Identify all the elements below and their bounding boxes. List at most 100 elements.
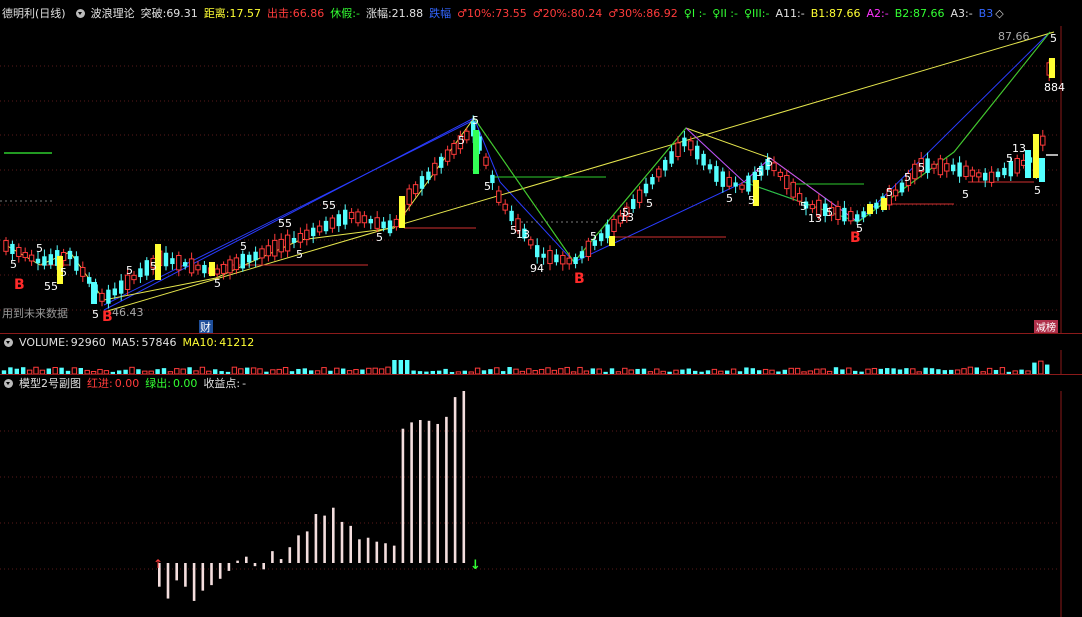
p30-value: 86.92	[646, 6, 678, 20]
svg-text:5: 5	[92, 308, 99, 321]
sub-bar	[218, 563, 222, 579]
sub-bar	[419, 420, 422, 563]
svg-text:5: 5	[376, 231, 383, 244]
price-chart[interactable]: 5 5 5 5 5 5 5 5 5 5 5 5 5 5 5 5 5 5 5 5 …	[0, 26, 1082, 334]
b1-value: 87.66	[828, 6, 861, 20]
svg-text:5: 5	[800, 200, 807, 213]
b2-value: 87.66	[912, 6, 945, 20]
amplitude-label: 涨幅:	[365, 7, 392, 20]
sub-bar	[366, 537, 370, 563]
sub-chart-menu-icon[interactable]	[4, 378, 13, 388]
sub-bar	[271, 551, 274, 563]
sub-grid	[0, 430, 1060, 570]
volume-label: VOLUME:	[19, 335, 69, 349]
svg-text:5: 5	[590, 230, 597, 243]
red-in-value: 0.00	[114, 376, 140, 390]
expand-diamond-icon[interactable]: ◇	[995, 7, 1003, 20]
q1-value: -	[702, 6, 707, 20]
distance-label: 距离:	[203, 7, 230, 20]
profit-value: -	[242, 376, 247, 390]
sub-bar	[384, 543, 387, 563]
yellow-trend-line	[103, 31, 1055, 313]
sub-bar	[453, 397, 457, 563]
amplitude-value: 21.88	[391, 6, 424, 20]
sub-bar	[349, 525, 352, 563]
indicator-header-bar: 德明利(日线) 波浪理论 突破: 69.31 距离: 17.57 出击: 66.86 …	[0, 0, 1082, 26]
svg-text:5: 5	[36, 242, 43, 255]
stock-name[interactable]: 德明利(日线)	[2, 5, 66, 21]
high-price-label: 87.66	[998, 30, 1030, 43]
svg-text:55: 55	[322, 199, 336, 212]
sub-bar	[175, 563, 178, 581]
svg-text:55: 55	[44, 280, 58, 293]
q3-value: -	[765, 6, 770, 20]
ma5-value: 57846	[141, 335, 177, 349]
sub-chart-title[interactable]: 模型2号副图	[19, 375, 81, 391]
p30-label: ♂30%:	[608, 6, 647, 20]
sub-bar	[392, 545, 396, 563]
sub-chart[interactable]: ↑ ↓	[0, 391, 1082, 617]
sub-bar	[192, 563, 196, 601]
volume-bars	[1, 360, 1050, 374]
green-out-value: 0.00	[172, 376, 198, 390]
sub-bar	[245, 556, 248, 563]
buy-mark: B	[850, 230, 861, 246]
svg-text:5: 5	[214, 277, 221, 290]
distance-value: 17.57	[229, 6, 262, 20]
svg-text:5: 5	[748, 194, 755, 207]
svg-text:5: 5	[484, 180, 491, 193]
volume-menu-icon[interactable]	[4, 337, 13, 347]
indicator-name[interactable]: 波浪理论	[91, 5, 135, 21]
sub-bar	[279, 559, 283, 563]
sub-bar	[401, 428, 405, 563]
sub-bar	[210, 563, 213, 586]
b3-label: B3	[978, 6, 994, 20]
a3-value: -	[968, 6, 973, 20]
a11-value: -	[800, 6, 805, 20]
profit-label: 收益点:	[203, 377, 241, 390]
volume-chart[interactable]	[0, 350, 1082, 374]
indicator-menu-icon[interactable]	[75, 8, 85, 18]
b2-label: B2:	[894, 6, 913, 20]
q2-label: ♀II :	[712, 6, 735, 20]
sub-bar	[314, 514, 318, 563]
finance-tag[interactable]: 财	[199, 320, 213, 334]
svg-text:13: 13	[516, 228, 530, 241]
p10-value: 73.55	[495, 6, 527, 20]
svg-text:5: 5	[126, 264, 133, 277]
sub-bar	[436, 423, 439, 563]
exit-label: 出击:	[267, 7, 293, 20]
buy-mark: B	[574, 271, 585, 287]
b1-label: B1:	[810, 6, 829, 20]
p10-label: ♂10%:	[457, 6, 496, 20]
svg-text:5: 5	[150, 260, 157, 273]
sub-bar	[358, 539, 361, 563]
sub-bar	[375, 541, 379, 563]
up-arrow-icon: ↑	[153, 557, 163, 571]
a11-label: A11:	[775, 6, 801, 20]
sub-chart-header: 模型2号副图 红进: 0.00 绿出: 0.00 收益点: -	[0, 375, 252, 391]
breakout-value: 69.31	[166, 6, 198, 20]
svg-text:13: 13	[808, 212, 822, 225]
q1-label: ♀I :	[683, 6, 703, 20]
svg-text:5: 5	[726, 192, 733, 205]
svg-text:5: 5	[756, 166, 763, 179]
red-in-label: 红进:	[87, 377, 113, 390]
low-price-label: 46.43	[112, 306, 144, 319]
volume-header: VOLUME: 92960 MA5: 57846 MA10: 41212	[0, 334, 260, 350]
sub-bar	[427, 420, 431, 563]
ma10-value: 41212	[219, 335, 255, 349]
buy-mark: B	[14, 277, 25, 293]
sub-bar	[410, 422, 413, 563]
svg-text:5: 5	[1034, 184, 1041, 197]
svg-text:5: 5	[886, 186, 893, 199]
sub-bar	[184, 563, 187, 587]
range-label: 跌幅	[429, 7, 452, 20]
rank-tag[interactable]: 减榜	[1034, 320, 1058, 334]
svg-text:5: 5	[962, 188, 969, 201]
svg-text:5: 5	[472, 114, 479, 127]
sub-bar	[297, 535, 300, 563]
svg-text:884: 884	[1044, 81, 1065, 94]
svg-text:5: 5	[60, 266, 67, 279]
rest-label: 休假:	[330, 7, 356, 20]
